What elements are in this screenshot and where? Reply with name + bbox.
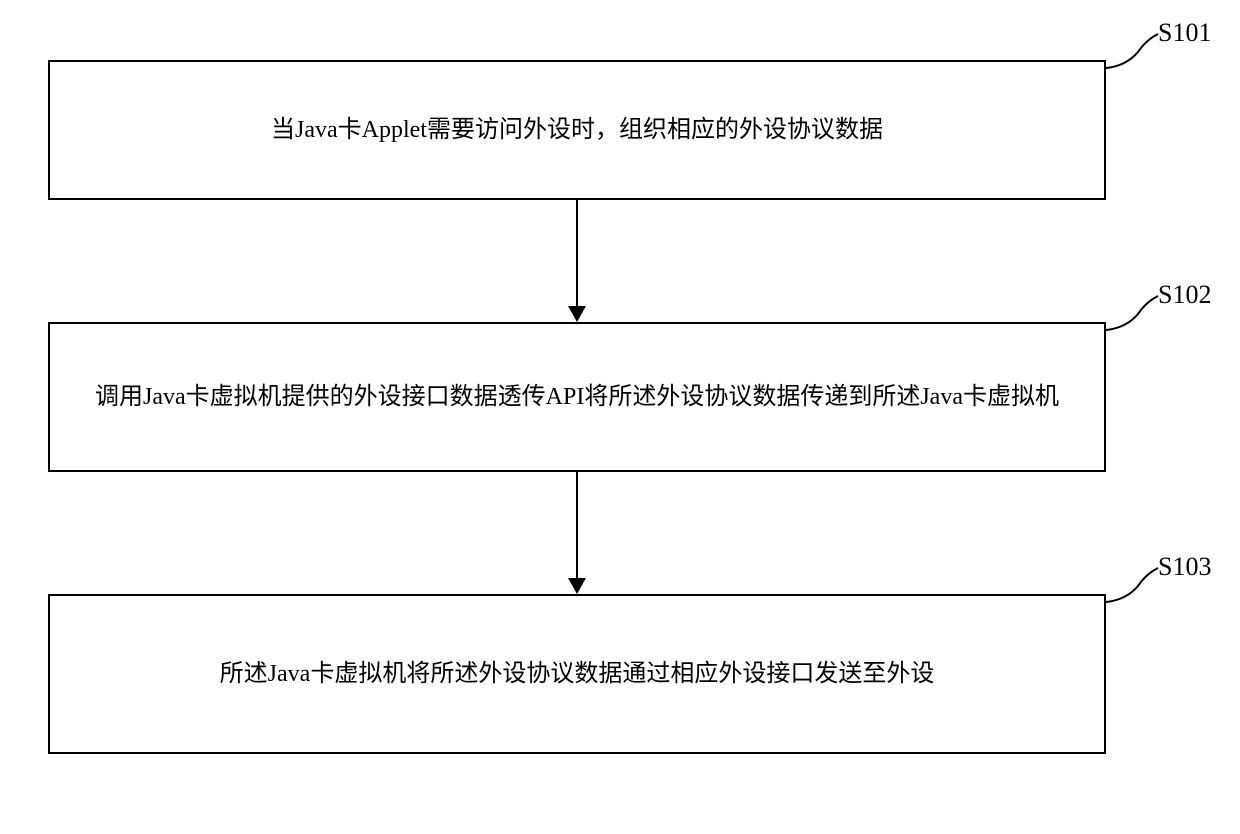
step-box-2: 调用Java卡虚拟机提供的外设接口数据透传API将所述外设协议数据传递到所述Ja… <box>48 322 1106 472</box>
arrow-1-to-2-head <box>568 306 586 322</box>
arrow-2-to-3-line <box>576 472 578 580</box>
label-connector-3 <box>1096 564 1166 606</box>
label-connector-1 <box>1096 30 1166 72</box>
label-connector-2 <box>1096 292 1166 334</box>
step-box-3: 所述Java卡虚拟机将所述外设协议数据通过相应外设接口发送至外设 <box>48 594 1106 754</box>
step-text-2: 调用Java卡虚拟机提供的外设接口数据透传API将所述外设协议数据传递到所述Ja… <box>95 378 1059 416</box>
step-text-1: 当Java卡Applet需要访问外设时，组织相应的外设协议数据 <box>271 111 883 149</box>
arrow-1-to-2-line <box>576 200 578 308</box>
step-text-3: 所述Java卡虚拟机将所述外设协议数据通过相应外设接口发送至外设 <box>220 655 935 693</box>
flowchart-canvas: 当Java卡Applet需要访问外设时，组织相应的外设协议数据 S101 调用J… <box>0 0 1240 834</box>
step-label-2: S102 <box>1158 280 1211 310</box>
step-box-1: 当Java卡Applet需要访问外设时，组织相应的外设协议数据 <box>48 60 1106 200</box>
step-label-3: S103 <box>1158 552 1211 582</box>
arrow-2-to-3-head <box>568 578 586 594</box>
step-label-1: S101 <box>1158 18 1211 48</box>
